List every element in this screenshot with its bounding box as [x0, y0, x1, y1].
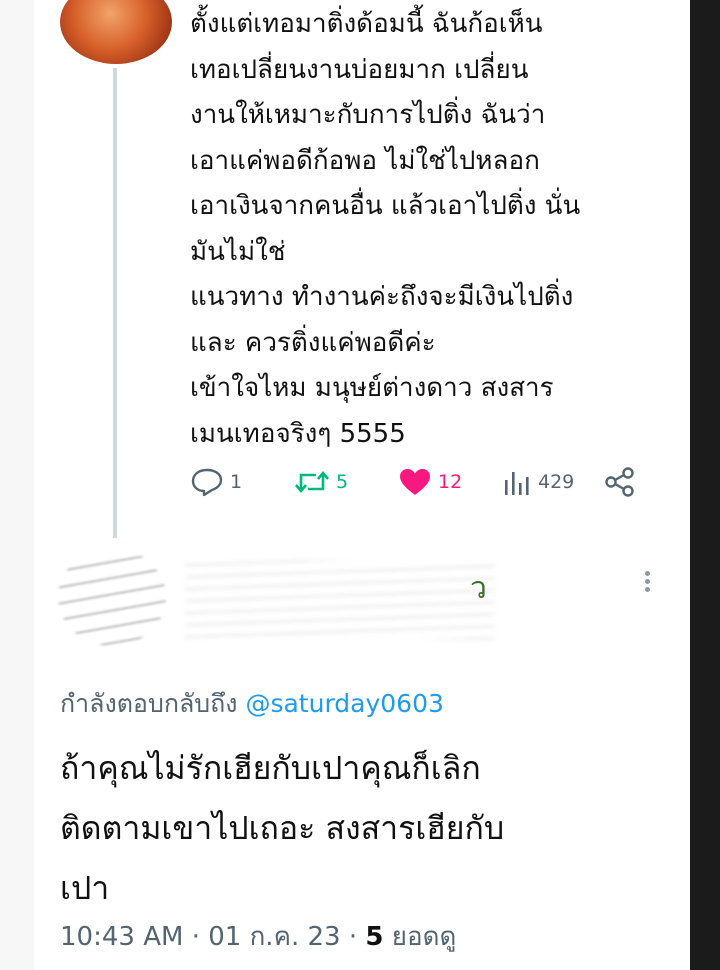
screen-edge-right	[690, 0, 720, 970]
more-options-icon[interactable]	[640, 568, 654, 598]
retweet-count: 5	[336, 471, 349, 493]
tweet-meta: 10:43 AM · 01 ก.ค. 23 · 5 ยอดดู	[60, 916, 456, 957]
views-button[interactable]: 429	[502, 462, 574, 502]
redacted-user-name	[185, 560, 495, 640]
tweet-views-label: ยอดดู	[391, 922, 457, 952]
share-icon	[605, 467, 634, 497]
reply-line: ถ้าคุณไม่รักเฮียกับเปาคุณก็เลิก	[60, 749, 481, 787]
tweet-line: เข้าใจไหม มนุษย์ต่างดาว สงสาร	[190, 373, 554, 403]
tweet-views-count: 5	[365, 922, 384, 952]
user-name-fragment: ว	[470, 571, 487, 606]
like-count: 12	[438, 471, 463, 493]
tweet-line: เทอเปลี่ยนงานบ่อยมาก เปลี่ยน	[190, 54, 529, 85]
analytics-icon	[505, 472, 529, 495]
reply-line: เปา	[60, 869, 110, 907]
reply-line: ติดตามเขาไปเถอะ สงสารเฮียกับ	[60, 809, 505, 847]
tweet-action-bar: 1 5 12 429	[190, 462, 670, 502]
tweet-line: แนวทาง ทำงานค่ะถึงจะมีเงินไปติ่ง	[190, 282, 574, 312]
tweet-line: มันไม่ใช่	[190, 236, 286, 267]
screen-edge-left	[0, 0, 34, 970]
replying-to: กำลังตอบกลับถึง @saturday0603	[60, 684, 444, 724]
retweet-icon	[295, 470, 329, 494]
reply-text: ถ้าคุณไม่รักเฮียกับเปาคุณก็เลิก ติดตามเข…	[60, 738, 680, 918]
meta-separator: ·	[348, 922, 366, 952]
replying-to-handle-link[interactable]: @saturday0603	[245, 689, 443, 718]
avatar[interactable]	[58, 548, 166, 646]
retweet-button[interactable]: 5	[294, 462, 348, 502]
reply-button[interactable]: 1	[190, 462, 242, 502]
tweet-line: เมนเทอจริงๆ 5555	[190, 418, 406, 449]
reply-icon	[191, 468, 223, 497]
views-count: 429	[538, 471, 575, 493]
avatar[interactable]	[60, 0, 172, 64]
tweet-date[interactable]: 01 ก.ค. 23	[208, 922, 340, 952]
tweet-line: เอาเงินจากคนอื่น แล้วเอาไปติ่ง นั่น	[190, 191, 581, 221]
tweet-line: เอาแค่พอดีก้อพอ ไม่ใช่ไปหลอก	[190, 145, 540, 176]
tweet-line: และ ควรติ่งแค่พอดีค่ะ	[190, 327, 436, 358]
thread-connector-line	[113, 68, 117, 538]
heart-icon	[400, 469, 430, 495]
meta-separator: ·	[191, 922, 209, 952]
share-button[interactable]	[604, 462, 636, 502]
tweet-time[interactable]: 10:43 AM	[60, 922, 183, 952]
tweet-line: งานให้เหมาะกับการไปติ่ง ฉันว่า	[190, 100, 546, 130]
tweet-text: ตั้งแต่เทอมาติ่งด้อมนี้ ฉันก้อเห็น เทอเป…	[190, 2, 690, 457]
tweet-line: ตั้งแต่เทอมาติ่งด้อมนี้ ฉันก้อเห็น	[190, 9, 543, 39]
reply-count: 1	[230, 471, 243, 493]
replying-to-label: กำลังตอบกลับถึง	[60, 689, 238, 718]
like-button[interactable]: 12	[398, 462, 462, 502]
